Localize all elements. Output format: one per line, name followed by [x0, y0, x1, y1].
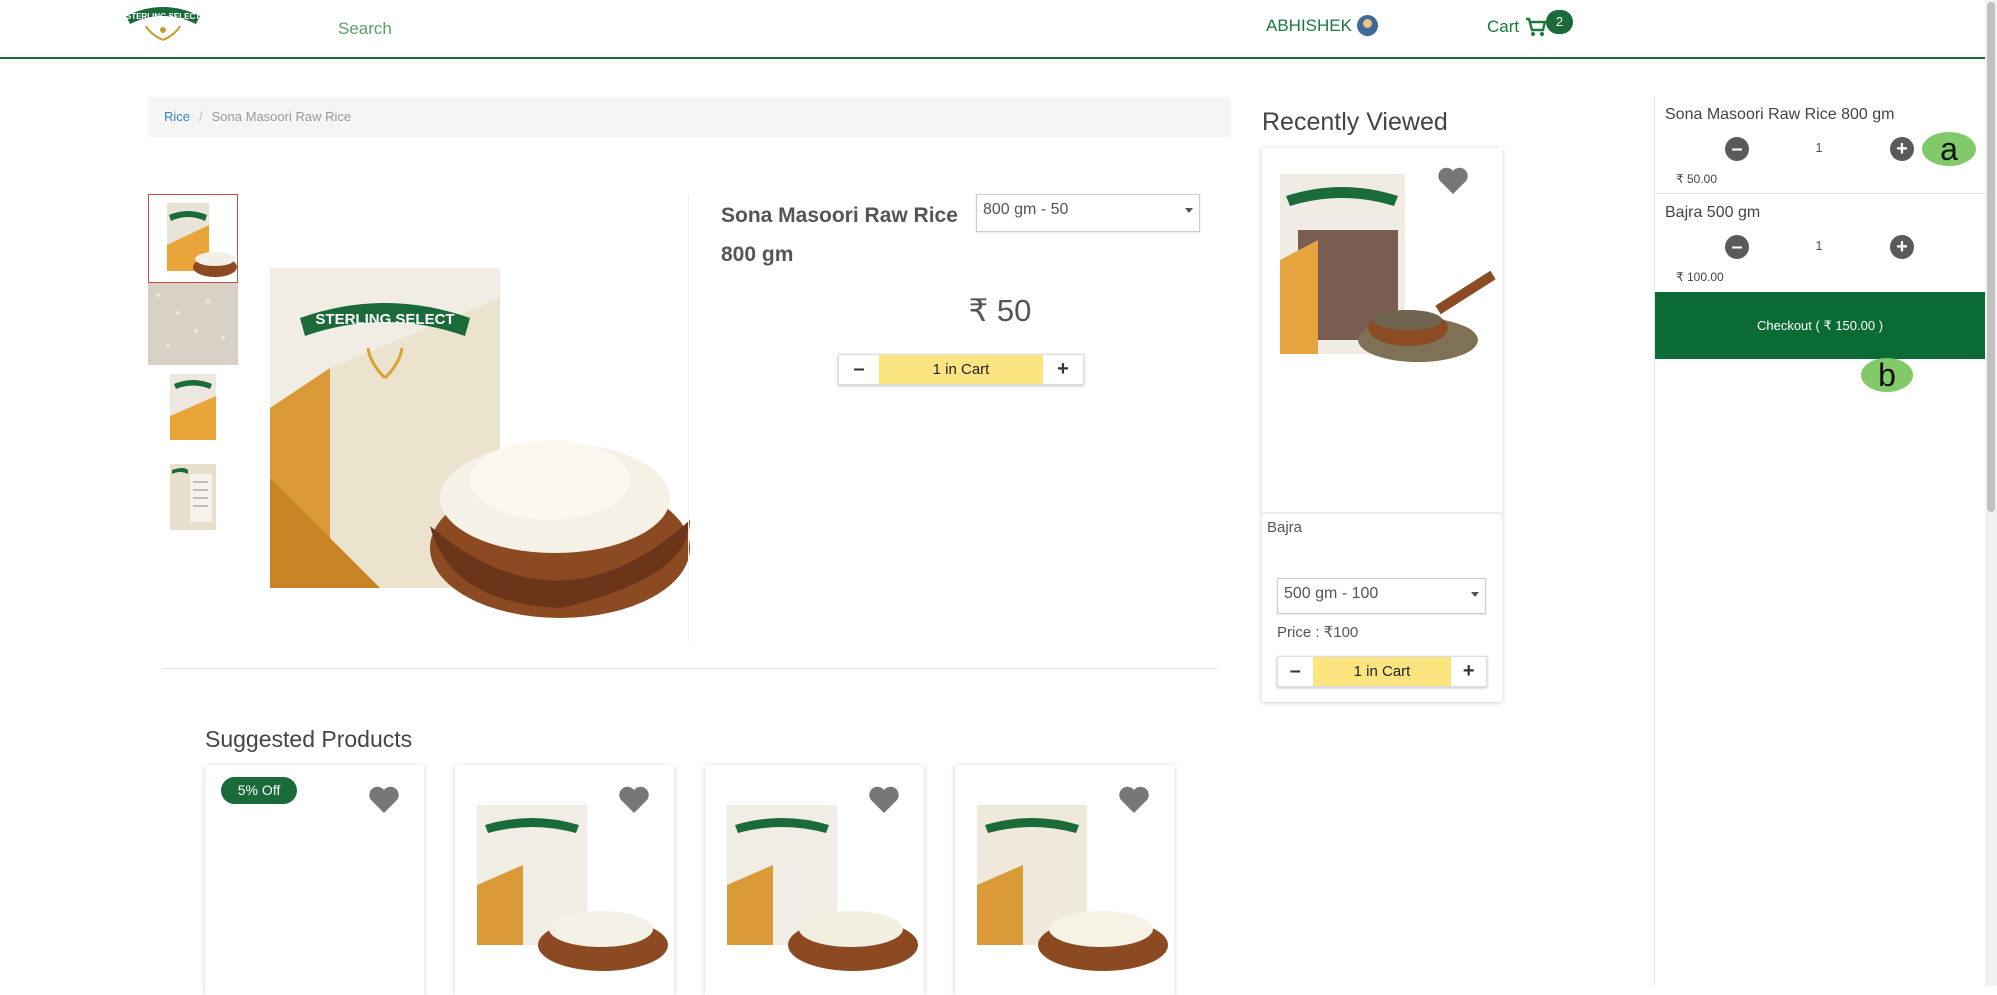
cart-item-price: ₹ 50.00: [1676, 172, 1717, 186]
cart-sidebar: [1654, 97, 1985, 986]
product-thumbnail-1[interactable]: [148, 194, 238, 283]
minus-circle-icon[interactable]: –: [1725, 235, 1749, 259]
avatar: [1356, 15, 1378, 36]
chevron-down-icon: [1471, 592, 1479, 597]
breadcrumb-current: Sona Masoori Raw Rice: [211, 109, 352, 124]
product-price: ₹ 50: [968, 293, 1032, 328]
recently-viewed-variant-value: 500 gm - 100: [1284, 585, 1379, 602]
annotation-mark-b: b: [1861, 358, 1913, 392]
suggested-product-image: [977, 805, 1168, 971]
annotation-mark-a: a: [1922, 132, 1976, 166]
section-divider-horizontal: [162, 668, 1217, 669]
suggested-product-image: [727, 805, 918, 971]
breadcrumb: Rice / Sona Masoori Raw Rice: [148, 97, 1231, 137]
suggested-product-image: [477, 805, 668, 971]
quantity-in-cart-label: 1 in Cart: [879, 355, 1043, 384]
product-quantity-stepper[interactable]: – 1 in Cart +: [838, 354, 1084, 385]
wishlist-heart-icon[interactable]: [1118, 785, 1150, 815]
search-input[interactable]: [338, 16, 938, 42]
cart-icon: [1526, 17, 1547, 36]
breadcrumb-link-rice[interactable]: Rice: [164, 109, 190, 124]
cart-item-name: Bajra 500 gm: [1665, 204, 1761, 221]
cart-item-price: ₹ 100.00: [1676, 270, 1724, 284]
card-divider: [1262, 512, 1502, 514]
wishlist-heart-icon[interactable]: [368, 785, 400, 815]
increase-quantity-button[interactable]: +: [1451, 657, 1487, 686]
cart-item-divider: [1655, 193, 1985, 194]
product-variant-select[interactable]: 800 gm - 50: [976, 194, 1200, 232]
recently-viewed-item-name[interactable]: Bajra: [1267, 519, 1302, 536]
minus-circle-icon[interactable]: –: [1725, 137, 1749, 161]
discount-badge: 5% Off: [221, 777, 297, 804]
user-name: ABHISHEK: [1266, 15, 1352, 35]
chevron-down-icon: [1185, 208, 1193, 213]
product-variant-value: 800 gm - 50: [983, 201, 1069, 218]
quantity-in-cart-label: 1 in Cart: [1312, 657, 1452, 686]
sterling-select-logo[interactable]: STERLING SELECT: [120, 0, 206, 44]
decrease-quantity-button[interactable]: –: [1278, 657, 1313, 686]
recently-viewed-wishlist-heart-icon[interactable]: [1437, 166, 1469, 196]
wishlist-heart-icon[interactable]: [618, 785, 650, 815]
cart-item-qty: 1: [1815, 238, 1823, 253]
plus-circle-icon[interactable]: +: [1890, 137, 1914, 161]
logo-text: STERLING SELECT: [126, 12, 200, 21]
cart-item-qty: 1: [1815, 140, 1823, 155]
checkout-button[interactable]: Checkout ( ₹ 150.00 ): [1655, 292, 1985, 359]
product-thumbnail-2[interactable]: [148, 283, 238, 365]
recently-viewed-quantity-stepper[interactable]: – 1 in Cart +: [1277, 656, 1487, 687]
suggested-products-title: Suggested Products: [205, 726, 413, 752]
cart-item-name: Sona Masoori Raw Rice 800 gm: [1665, 106, 1895, 123]
top-header: STERLING SELECT ABHISHEK Cart 2: [0, 0, 1985, 59]
main-image-logo-text: STERLING SELECT: [315, 311, 454, 328]
product-title: Sona Masoori Raw Rice 800 gm: [721, 204, 958, 266]
wishlist-heart-icon[interactable]: [868, 785, 900, 815]
product-thumbnail-3[interactable]: [148, 370, 238, 446]
decrease-quantity-button[interactable]: –: [839, 355, 879, 384]
scrollbar-thumb[interactable]: [1987, 2, 1995, 512]
user-menu[interactable]: ABHISHEK: [1266, 15, 1378, 36]
product-main-image: STERLING SELECT: [270, 268, 690, 618]
recently-viewed-variant-select[interactable]: 500 gm - 100: [1277, 578, 1486, 614]
increase-quantity-button[interactable]: +: [1043, 355, 1083, 384]
cart-label: Cart: [1487, 17, 1520, 36]
section-divider-vertical: [688, 194, 689, 642]
plus-circle-icon[interactable]: +: [1890, 235, 1914, 259]
recently-viewed-title: Recently Viewed: [1262, 108, 1448, 136]
cart-link[interactable]: Cart: [1487, 17, 1547, 37]
cart-count-badge: 2: [1546, 10, 1573, 34]
product-thumbnail-4[interactable]: [148, 460, 238, 536]
recently-viewed-price: Price : ₹100: [1277, 624, 1359, 641]
